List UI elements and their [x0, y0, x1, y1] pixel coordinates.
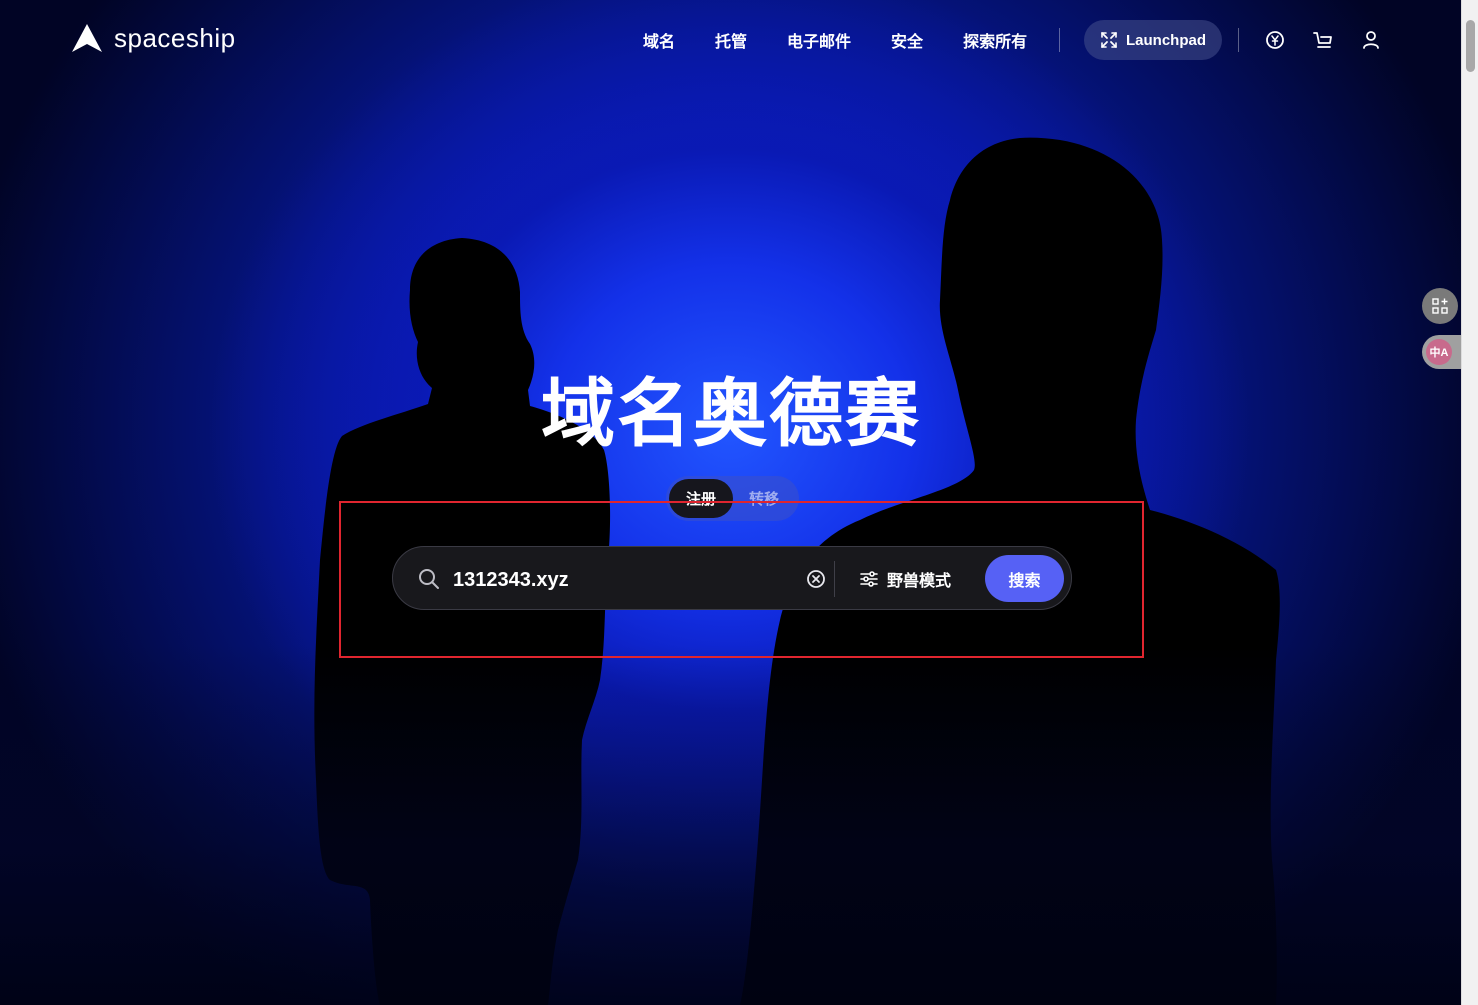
nav-item-security[interactable]: 安全	[891, 28, 923, 52]
launchpad-button[interactable]: Launchpad	[1084, 20, 1222, 60]
icon-divider	[1238, 28, 1239, 52]
search-icon	[419, 569, 439, 589]
nav-item-domains[interactable]: 域名	[643, 28, 675, 52]
spaceship-logo-icon	[72, 24, 102, 52]
main-nav: 域名 托管 电子邮件 安全 探索所有	[643, 28, 1067, 52]
launchpad-label: Launchpad	[1125, 31, 1206, 49]
user-icon	[1363, 31, 1379, 49]
nav-item-explore-all[interactable]: 探索所有	[963, 28, 1027, 52]
page-scrollbar[interactable]	[1461, 0, 1478, 1005]
brand-logo[interactable]: spaceship	[70, 22, 236, 54]
translate-widget-button[interactable]: 中A	[1422, 335, 1462, 369]
currency-icon	[1266, 31, 1284, 49]
hero-title: 域名奥德赛	[541, 372, 921, 455]
beast-mode-label: 野兽模式	[887, 573, 952, 590]
domain-search-input[interactable]	[451, 561, 785, 599]
apps-grid-icon	[1432, 298, 1448, 314]
launchpad-icon	[1101, 32, 1117, 48]
nav-item-email[interactable]: 电子邮件	[787, 28, 851, 52]
account-button[interactable]	[1359, 28, 1383, 52]
tab-transfer[interactable]: 转移	[733, 479, 795, 518]
apps-widget-button[interactable]	[1422, 288, 1458, 324]
brand-name: spaceship	[114, 22, 236, 53]
sliders-icon	[860, 571, 878, 587]
nav-item-hosting[interactable]: 托管	[715, 28, 747, 52]
cart-icon	[1313, 32, 1332, 48]
scrollbar-thumb[interactable]	[1466, 20, 1475, 72]
tab-register[interactable]: 注册	[669, 479, 733, 518]
domain-search-bar: 野兽模式 搜索	[392, 546, 1072, 610]
search-divider	[834, 561, 835, 597]
search-button[interactable]: 搜索	[985, 555, 1064, 602]
beast-mode-button[interactable]: 野兽模式	[859, 567, 951, 591]
cart-button[interactable]	[1311, 28, 1335, 52]
currency-button[interactable]	[1263, 28, 1287, 52]
translate-icon: 中A	[1426, 339, 1452, 365]
nav-divider	[1059, 28, 1060, 52]
register-transfer-toggle: 注册 转移	[666, 476, 799, 521]
clear-search-icon[interactable]	[804, 567, 828, 591]
